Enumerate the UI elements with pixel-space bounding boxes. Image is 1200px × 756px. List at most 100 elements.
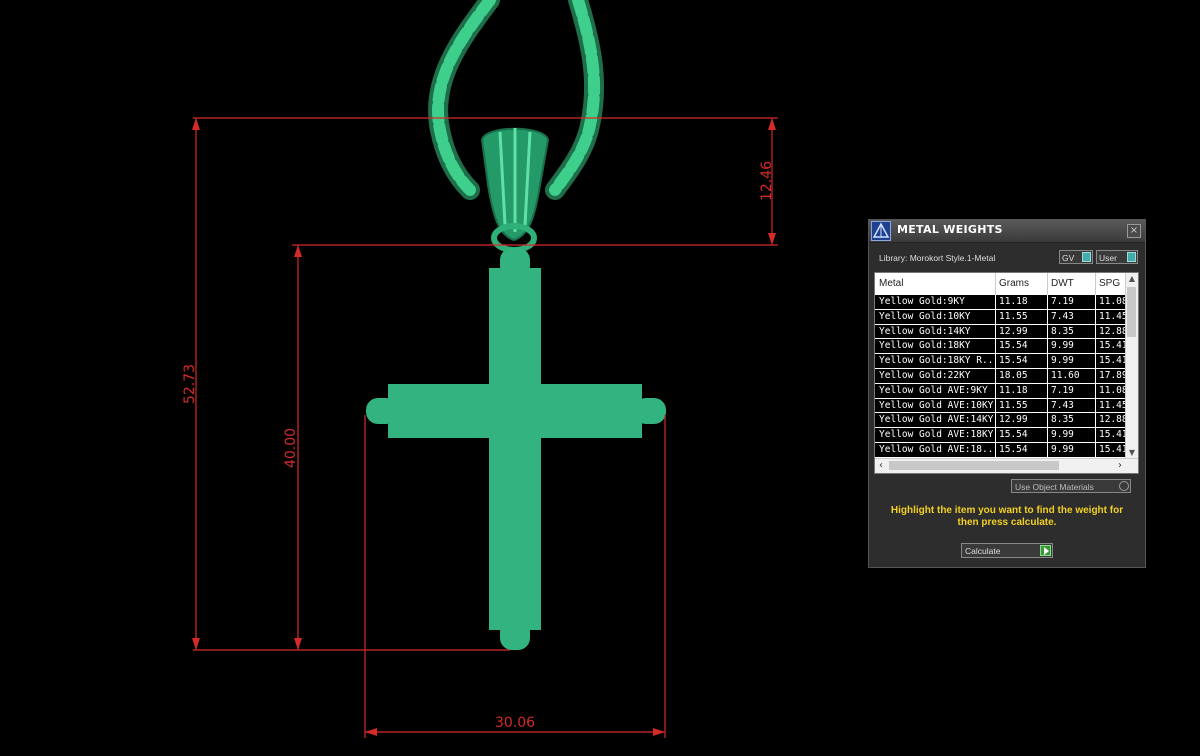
- scroll-left-icon[interactable]: ‹: [875, 459, 887, 473]
- panel-title: METAL WEIGHTS: [897, 223, 1003, 236]
- calculate-label: Calculate: [965, 546, 1001, 556]
- horizontal-scrollbar[interactable]: ‹ ›: [875, 458, 1138, 473]
- cell-spg: 15.41: [1099, 340, 1127, 352]
- cell-dwt: 8.35: [1051, 414, 1074, 426]
- column-divider: [1095, 398, 1096, 413]
- table-row[interactable]: Yellow Gold:14KY 12.99 8.35 12.88: [875, 324, 1127, 340]
- dim-bail-height: 12.46: [759, 161, 775, 201]
- scroll-thumb[interactable]: [889, 461, 1059, 470]
- cell-grams: 12.99: [999, 414, 1028, 426]
- column-divider: [995, 324, 996, 339]
- cell-spg: 15.41: [1099, 355, 1127, 367]
- scroll-right-icon[interactable]: ›: [1114, 459, 1126, 473]
- cell-dwt: 9.99: [1051, 443, 1074, 455]
- table-row[interactable]: Yellow Gold:9KY 11.18 7.19 11.08: [875, 295, 1127, 310]
- cell-metal: Yellow Gold:18KY: [879, 340, 971, 352]
- table-body: Yellow Gold:9KY 11.18 7.19 11.08 Yellow Gold…: [875, 295, 1127, 458]
- cross-model[interactable]: [366, 248, 666, 650]
- gv-toggle[interactable]: GV: [1059, 250, 1093, 264]
- metal-weights-panel: METAL WEIGHTS × Library: Morokort Style.…: [868, 219, 1146, 568]
- play-icon: [1040, 545, 1051, 556]
- close-icon[interactable]: ×: [1127, 224, 1141, 238]
- cell-spg: 11.45: [1099, 399, 1127, 411]
- cell-grams: 11.55: [999, 310, 1028, 322]
- dim-cross-width: 30.06: [495, 715, 535, 731]
- col-header-grams[interactable]: Grams: [999, 278, 1029, 289]
- column-divider: [995, 383, 996, 398]
- column-divider: [1047, 428, 1048, 442]
- cell-metal: Yellow Gold AVE:9KY: [879, 384, 988, 396]
- table-row[interactable]: Yellow Gold AVE:14KY 12.99 8.35 12.88: [875, 413, 1127, 429]
- column-divider: [1095, 383, 1096, 398]
- cell-dwt: 11.60: [1051, 369, 1080, 381]
- cell-metal: Yellow Gold AVE:18KY: [879, 429, 993, 441]
- col-header-spg[interactable]: SPG: [1099, 278, 1120, 289]
- cell-spg: 11.45: [1099, 310, 1127, 322]
- cell-spg: 11.08: [1099, 296, 1127, 307]
- table-row[interactable]: Yellow Gold:18KY 15.54 9.99 15.41: [875, 339, 1127, 355]
- column-divider: [995, 309, 996, 324]
- column-divider: [1047, 442, 1048, 457]
- column-divider: [1047, 383, 1048, 398]
- radio-knob-icon: [1119, 481, 1129, 491]
- cell-metal: Yellow Gold:22KY: [879, 369, 971, 381]
- table-row[interactable]: Yellow Gold:22KY 18.05 11.60 17.89: [875, 368, 1127, 384]
- cell-metal: Yellow Gold:14KY: [879, 325, 971, 337]
- cell-metal: Yellow Gold:18KY R...: [879, 355, 993, 367]
- column-divider: [995, 442, 996, 457]
- column-divider: [1095, 428, 1096, 442]
- bail-model[interactable]: [480, 127, 550, 253]
- table-header: Metal Grams DWT SPG: [875, 273, 1125, 295]
- col-header-metal[interactable]: Metal: [879, 278, 903, 289]
- dim-total-height: 52.73: [182, 364, 198, 404]
- cell-metal: Yellow Gold AVE:10KY: [879, 399, 993, 411]
- cell-metal: Yellow Gold AVE:18...: [879, 443, 993, 455]
- calculate-button[interactable]: Calculate: [961, 543, 1053, 558]
- use-object-materials-button[interactable]: Use Object Materials: [1011, 479, 1131, 493]
- table-row[interactable]: Yellow Gold AVE:18... 15.54 9.99 15.41: [875, 442, 1127, 458]
- column-divider: [1095, 309, 1096, 324]
- cell-metal: Yellow Gold:9KY: [879, 296, 965, 307]
- column-divider: [1095, 442, 1096, 457]
- metal-weights-table[interactable]: Metal Grams DWT SPG Yellow Gold:9KY 11.18…: [874, 272, 1139, 474]
- scroll-up-icon[interactable]: ▲: [1126, 273, 1138, 285]
- gv-label: GV: [1062, 253, 1075, 263]
- cell-spg: 17.89: [1099, 369, 1127, 381]
- scroll-thumb[interactable]: [1127, 287, 1136, 337]
- cell-spg: 12.88: [1099, 325, 1127, 337]
- table-row[interactable]: Yellow Gold AVE:18KY 15.54 9.99 15.41: [875, 428, 1127, 443]
- column-divider: [1047, 354, 1048, 368]
- user-label: User: [1099, 253, 1117, 263]
- cell-grams: 11.55: [999, 399, 1028, 411]
- table-row[interactable]: Yellow Gold AVE:9KY 11.18 7.19 11.08: [875, 383, 1127, 399]
- cell-spg: 11.08: [1099, 384, 1127, 396]
- column-divider: [995, 354, 996, 368]
- panel-titlebar[interactable]: METAL WEIGHTS ×: [869, 220, 1145, 243]
- cell-grams: 18.05: [999, 369, 1028, 381]
- column-divider: [1047, 295, 1048, 309]
- cell-dwt: 9.99: [1051, 355, 1074, 367]
- column-divider: [1047, 368, 1048, 383]
- column-divider: [1047, 398, 1048, 413]
- cell-grams: 15.54: [999, 443, 1028, 455]
- table-row[interactable]: Yellow Gold:10KY 11.55 7.43 11.45: [875, 309, 1127, 325]
- column-divider: [995, 339, 996, 354]
- cell-dwt: 7.43: [1051, 310, 1074, 322]
- dim-cross-height: 40.00: [283, 428, 299, 468]
- table-row[interactable]: Yellow Gold:18KY R... 15.54 9.99 15.41: [875, 354, 1127, 369]
- user-toggle[interactable]: User: [1096, 250, 1138, 264]
- col-header-dwt[interactable]: DWT: [1051, 278, 1074, 289]
- column-divider: [1095, 324, 1096, 339]
- vertical-scrollbar[interactable]: ▲ ▼: [1125, 273, 1138, 459]
- cell-dwt: 9.99: [1051, 429, 1074, 441]
- cell-dwt: 8.35: [1051, 325, 1074, 337]
- column-divider: [1047, 413, 1048, 428]
- column-divider: [995, 428, 996, 442]
- table-row[interactable]: Yellow Gold AVE:10KY 11.55 7.43 11.45: [875, 398, 1127, 414]
- app-logo-icon: [871, 221, 891, 241]
- cell-grams: 15.54: [999, 340, 1028, 352]
- column-divider: [1095, 368, 1096, 383]
- toggle-switch-icon: [1082, 252, 1091, 262]
- hint-text: Highlight the item you want to find the …: [890, 505, 1124, 528]
- column-divider: [1095, 354, 1096, 368]
